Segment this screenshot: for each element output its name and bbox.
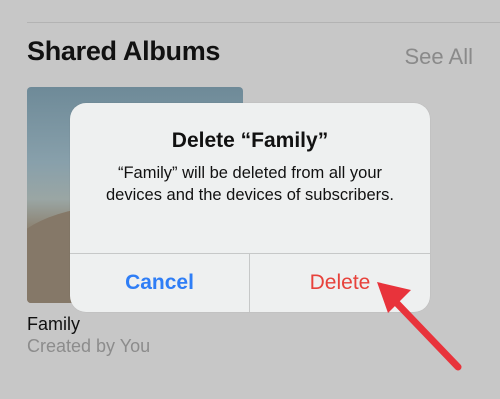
top-divider [27, 22, 500, 23]
alert-message: “Family” will be deleted from all your d… [106, 164, 394, 204]
album-subtitle: Created by You [27, 336, 151, 356]
cancel-button[interactable]: Cancel [70, 254, 249, 312]
delete-alert-dialog: Delete “Family” “Family” will be deleted… [70, 103, 430, 312]
delete-button[interactable]: Delete [250, 254, 430, 312]
section-title: Shared Albums [27, 36, 221, 66]
see-all-link[interactable]: See All [405, 44, 474, 70]
alert-title: Delete “Family” [171, 129, 329, 152]
album-name: Family [27, 314, 80, 334]
